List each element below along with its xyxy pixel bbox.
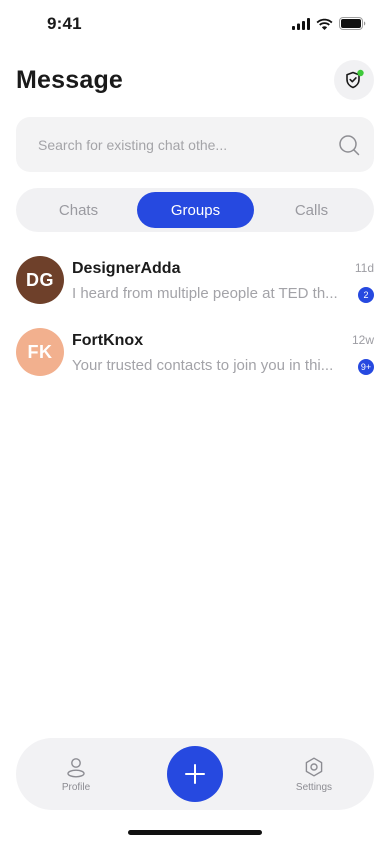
search-icon[interactable] [338,134,360,156]
page-title: Message [16,66,124,94]
chat-item-fortknox[interactable]: FK FortKnox Your trusted contacts to joi… [16,328,374,380]
header: Message [16,60,374,100]
chat-time: 11d [354,261,374,275]
chat-name: FortKnox [72,332,144,349]
plus-icon [185,764,205,784]
shield-button[interactable] [334,60,374,100]
add-button[interactable] [167,746,223,802]
status-bar: 9:41 [0,0,390,50]
tab-chats[interactable]: Chats [20,192,137,228]
battery-icon [339,17,366,30]
search-input[interactable] [38,117,328,172]
chat-item-designeradda[interactable]: DG DesignerAdda I heard from multiple pe… [16,256,374,308]
bottom-nav: Profile Settings [16,738,374,810]
avatar: DG [16,256,64,304]
chat-name: DesignerAdda [72,260,181,277]
unread-badge: 2 [358,287,374,303]
nav-settings-label: Settings [295,782,333,793]
tab-bar: Chats Groups Calls [16,188,374,232]
chat-preview: Your trusted contacts to join you in thi… [72,357,334,374]
tab-groups[interactable]: Groups [137,192,254,228]
status-dot [357,69,364,77]
unread-badge: 9+ [358,359,374,375]
tab-calls[interactable]: Calls [253,192,370,228]
shield-icon [346,69,364,89]
settings-icon [305,757,323,777]
nav-profile[interactable]: Profile [46,756,106,793]
avatar: FK [16,328,64,376]
home-indicator [128,830,262,835]
chat-time: 12w [351,333,374,347]
signal-icon [292,17,310,30]
status-time: 9:41 [47,14,82,33]
wifi-icon [316,18,333,30]
chat-preview: I heard from multiple people at TED th..… [72,285,338,302]
nav-settings[interactable]: Settings [284,756,344,793]
profile-icon [67,758,85,778]
search-box [16,117,374,172]
status-icons [292,17,366,30]
nav-profile-label: Profile [61,782,91,793]
